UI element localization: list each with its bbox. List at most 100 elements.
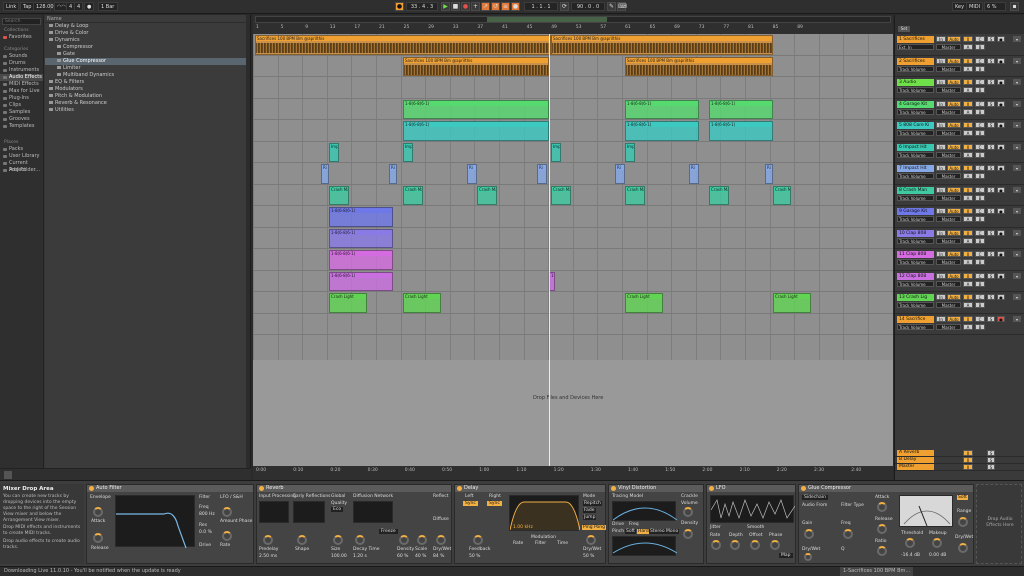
dry-wet-value[interactable]: 50 % <box>583 554 594 559</box>
pinch-display[interactable] <box>612 536 678 556</box>
monitor-auto-button[interactable]: Auto <box>947 186 961 193</box>
input-filter-display[interactable] <box>259 501 289 523</box>
link-button[interactable]: Link <box>3 2 20 11</box>
overdub-icon[interactable]: + <box>471 2 480 11</box>
scale-knob[interactable] <box>417 535 427 545</box>
size-knob[interactable] <box>333 535 343 545</box>
pan-field[interactable]: C <box>975 57 985 64</box>
monitor-in-button[interactable]: In <box>936 122 946 128</box>
monitor-in-button[interactable]: In <box>936 36 946 42</box>
send-a-field[interactable]: A <box>963 302 973 308</box>
track-name[interactable]: 7 Impact Hit <box>897 165 934 172</box>
predelay-value[interactable]: 2.50 ms <box>259 554 277 559</box>
decay-knob[interactable] <box>355 535 365 545</box>
arm-button[interactable]: ● <box>997 57 1005 64</box>
early-reflections-display[interactable] <box>293 501 325 523</box>
browser-item[interactable]: Compressor <box>45 44 250 51</box>
send-b-field[interactable]: B <box>975 194 985 201</box>
gain-knob[interactable] <box>804 529 814 539</box>
delay-device[interactable]: Delay Left Right Sync Sync Feedback 50 %… <box>454 484 607 564</box>
fold-icon[interactable]: ▾ <box>1013 315 1021 322</box>
arm-button[interactable]: ● <box>997 165 1005 171</box>
sidebar-item-drums[interactable]: Drums <box>0 60 43 67</box>
arm-button[interactable]: ● <box>997 122 1005 128</box>
clip[interactable]: Crash Ma <box>403 185 423 205</box>
pan-field[interactable]: C <box>975 229 985 236</box>
fold-icon[interactable]: ▾ <box>1013 122 1021 128</box>
volume-field[interactable]: 0 <box>963 143 973 150</box>
release-knob[interactable] <box>93 533 103 543</box>
send-a-field[interactable]: A <box>963 44 973 50</box>
solo-button[interactable]: S <box>987 294 995 300</box>
monitor-in-button[interactable]: In <box>936 143 946 150</box>
volume-field[interactable]: 0 <box>963 36 973 42</box>
quantize-select[interactable]: 1 Bar <box>98 2 118 11</box>
clip[interactable]: 1-8(6-8(6-1) <box>329 207 393 227</box>
clip[interactable]: Crash Ma <box>329 185 349 205</box>
clip[interactable]: 1-8(6-8(6-1) <box>329 250 393 270</box>
device-power-icon[interactable] <box>89 486 94 491</box>
pan-field[interactable]: C <box>975 100 985 107</box>
send-a-field[interactable]: A <box>963 65 973 72</box>
makeup-knob[interactable] <box>932 538 942 548</box>
track-input-select[interactable]: Track Volume <box>897 323 934 330</box>
threshold-value[interactable]: -16.4 dB <box>901 553 920 558</box>
track-name[interactable]: 8 Crash Man <box>897 186 934 194</box>
monitor-in-button[interactable]: In <box>936 315 946 322</box>
send-a-field[interactable]: A <box>963 108 973 115</box>
dry-wet-knob[interactable] <box>436 535 446 545</box>
monitor-auto-button[interactable]: Auto <box>947 100 961 107</box>
return-solo[interactable]: S <box>987 450 995 456</box>
monitor-in-button[interactable]: In <box>936 208 946 214</box>
browser-item[interactable]: Gate <box>45 51 250 58</box>
arm-button[interactable]: ● <box>997 251 1005 257</box>
send-a-field[interactable]: A <box>963 280 973 287</box>
clip[interactable]: Imp <box>625 142 635 162</box>
pan-field[interactable]: C <box>975 186 985 193</box>
send-a-field[interactable]: A <box>963 87 973 93</box>
monitor-in-button[interactable]: In <box>936 186 946 193</box>
predelay-knob[interactable] <box>263 535 273 545</box>
fold-icon[interactable]: ▾ <box>1013 251 1021 257</box>
auto-filter-device[interactable]: Auto Filter Envelope Attack Release Filt… <box>86 484 254 564</box>
stereo-button[interactable]: Stereo <box>649 529 666 534</box>
clip[interactable]: Crash Light <box>403 293 441 313</box>
send-b-field[interactable]: B <box>975 216 985 222</box>
track-input-select[interactable]: Track Volume <box>897 302 934 308</box>
position-display[interactable]: 33 . 4 . 3 <box>406 2 438 11</box>
sidebar-item-templates[interactable]: Templates <box>0 123 43 130</box>
send-a-field[interactable]: A <box>963 259 973 265</box>
return-volume[interactable]: 0 <box>963 464 973 470</box>
pan-field[interactable]: C <box>975 79 985 85</box>
rate-knob[interactable] <box>222 531 232 541</box>
solo-button[interactable]: S <box>987 229 995 236</box>
pan-field[interactable]: C <box>975 294 985 300</box>
send-b-field[interactable]: B <box>975 130 985 136</box>
send-a-field[interactable]: A <box>963 237 973 244</box>
clip[interactable]: Crash Ma <box>625 185 645 205</box>
glue-compressor-device[interactable]: Glue Compressor Sidechain Audio From Fil… <box>798 484 974 564</box>
clip[interactable]: 1-8(6-8(6-1) <box>403 121 549 141</box>
arrangement-record-icon[interactable]: ● <box>395 2 404 11</box>
fold-icon[interactable]: ▾ <box>1013 79 1021 85</box>
sidechain-button[interactable]: Sidechain <box>802 495 828 500</box>
size-value[interactable]: 100.00 <box>331 554 347 559</box>
feedback-knob[interactable] <box>473 535 483 545</box>
monitor-auto-button[interactable]: Auto <box>947 251 961 257</box>
freq-value[interactable]: 800 Hz <box>199 512 215 517</box>
sidebar-item-audio-effects[interactable]: Audio Effects <box>0 74 43 81</box>
return-solo[interactable]: S <box>987 464 995 470</box>
browser-search-input[interactable]: Search <box>2 18 41 25</box>
arm-button[interactable]: ● <box>997 36 1005 42</box>
send-b-field[interactable]: B <box>975 280 985 287</box>
fold-icon[interactable]: ▾ <box>1013 208 1021 214</box>
monitor-in-button[interactable]: In <box>936 272 946 279</box>
sidebar-item-samples[interactable]: Samples <box>0 109 43 116</box>
track-output-select[interactable]: Master <box>936 151 961 158</box>
monitor-in-button[interactable]: In <box>936 251 946 257</box>
clip[interactable]: 1-8(6-8(6-1) <box>709 99 773 119</box>
track-input-select[interactable]: Track Volume <box>897 194 934 201</box>
clip[interactable]: Imp <box>329 142 339 162</box>
send-b-field[interactable]: B <box>975 302 985 308</box>
reverb-device[interactable]: Reverb Input Processing Early Reflection… <box>256 484 452 564</box>
